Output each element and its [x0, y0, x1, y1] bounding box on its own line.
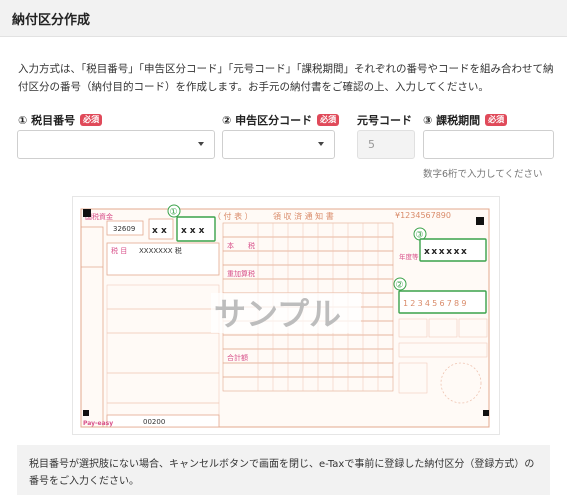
sample-tax-name-label: 税 目 — [111, 246, 127, 255]
tax-period-input[interactable] — [423, 130, 554, 159]
sample-tax-item-xs: xxx — [181, 226, 207, 236]
alignment-mark — [476, 217, 484, 225]
sample-watermark: サンプル — [214, 295, 341, 333]
sample-title-b: 領 収 済 通 知 書 — [273, 211, 334, 221]
sample-period-label: 年度等 — [399, 252, 419, 261]
sample-code-digits: 123456789 — [403, 299, 469, 308]
era-code-value: 5 — [368, 138, 375, 151]
header-bar: 納付区分作成 — [0, 0, 567, 37]
svg-text:x x: x x — [152, 226, 167, 236]
sample-tax-name-value: XXXXXXX 税 — [139, 246, 182, 255]
tax-period-label-text: ③ 課税期間 — [423, 114, 481, 127]
era-code-field: 5 — [357, 130, 415, 159]
intro-text: 入力方式は、「税目番号」「申告区分コード」「元号コード」「課税期間」それぞれの番… — [18, 63, 554, 93]
page-title: 納付区分作成 — [12, 13, 91, 28]
alignment-mark — [83, 209, 91, 217]
chevron-down-icon — [318, 142, 324, 146]
tax-period-label: ③ 課税期間 必須 — [423, 112, 508, 128]
filing-code-label: ② 申告区分コード 必須 — [222, 112, 340, 128]
sample-period-xs: xxxxxx — [424, 247, 468, 257]
tax-period-hint: 数字6桁で入力してください — [423, 169, 543, 180]
sample-amount-digits: ¥1234567890 — [395, 211, 451, 220]
tax-item-label-text: ① 税目番号 — [18, 114, 76, 127]
sample-payment-slip: 国税資金 （ 付 表 ） 領 収 済 通 知 書 ¥1234567890 326… — [72, 196, 500, 435]
tax-item-label: ① 税目番号 必須 — [18, 112, 103, 128]
era-code-label-text: 元号コード — [357, 114, 412, 127]
sample-bottom-code: 00200 — [143, 418, 165, 426]
sample-total-label: 合計額 — [227, 353, 248, 362]
filing-code-select[interactable] — [222, 130, 335, 159]
required-badge: 必須 — [485, 114, 508, 126]
sample-office-no: 32609 — [113, 225, 135, 233]
marker-2: ② — [396, 281, 404, 291]
tax-item-select[interactable] — [17, 130, 215, 159]
required-badge: 必須 — [317, 114, 340, 126]
sample-title-a: （ 付 表 ） — [213, 211, 253, 221]
era-code-label: 元号コード — [357, 112, 412, 128]
alignment-mark — [483, 410, 489, 416]
sample-brand: Pay-easy — [83, 420, 113, 427]
info-note: 税目番号が選択肢にない場合、キャンセルボタンで画面を閉じ、e-Taxで事前に登録… — [17, 445, 550, 495]
sample-tax-label: 本 税 — [227, 241, 255, 250]
chevron-down-icon — [198, 142, 204, 146]
marker-1: ① — [170, 208, 178, 218]
filing-code-label-text: ② 申告区分コード — [222, 114, 313, 127]
sample-surcharge-label: 重加算税 — [227, 269, 255, 278]
alignment-mark — [83, 410, 89, 416]
required-badge: 必須 — [80, 114, 103, 126]
